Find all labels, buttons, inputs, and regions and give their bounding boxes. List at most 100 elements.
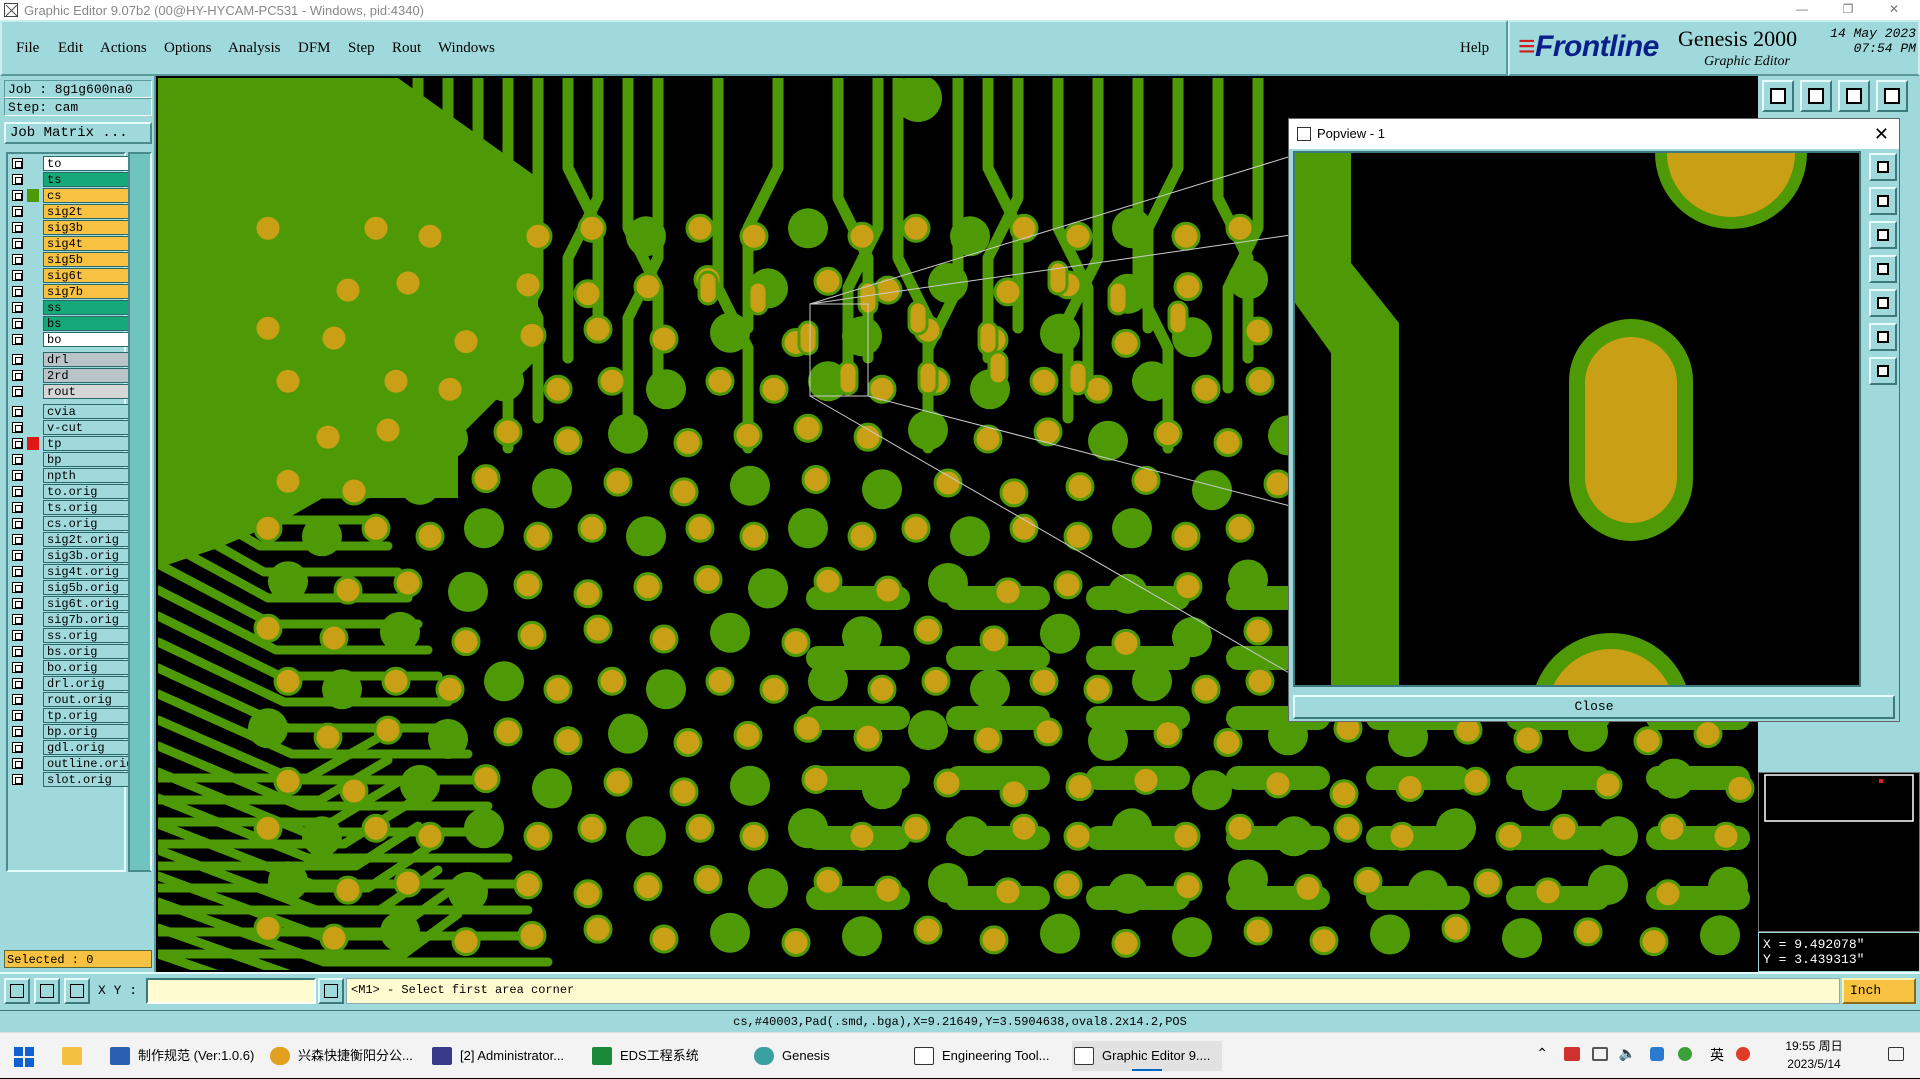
unit-selector[interactable]: Inch: [1842, 978, 1916, 1004]
layer-checkbox[interactable]: [12, 582, 23, 593]
layer-row-sig6t-orig[interactable]: sig6t.orig: [8, 596, 131, 611]
taskbar-item[interactable]: 制作规范 (Ver:1.0.6): [108, 1041, 258, 1071]
job-matrix-button[interactable]: Job Matrix ...: [4, 122, 152, 144]
layer-checkbox[interactable]: [12, 438, 23, 449]
layer-name[interactable]: cvia: [43, 404, 131, 419]
layer-name[interactable]: sig4t: [43, 236, 131, 251]
popview-canvas[interactable]: [1293, 151, 1861, 687]
layer-row-bs-orig[interactable]: bs.orig: [8, 644, 131, 659]
snap-button[interactable]: [4, 978, 30, 1004]
layer-checkbox[interactable]: [12, 158, 23, 169]
popview-close-button[interactable]: Close: [1293, 695, 1895, 719]
layer-checkbox[interactable]: [12, 774, 23, 785]
layer-checkbox[interactable]: [12, 742, 23, 753]
layer-name[interactable]: ss: [43, 300, 131, 315]
layer-row-ts[interactable]: ts: [8, 172, 131, 187]
minimap-viewport[interactable]: [1764, 774, 1914, 822]
layer-row-to-orig[interactable]: to.orig: [8, 484, 131, 499]
popview-tool-button[interactable]: [1869, 255, 1897, 283]
layer-checkbox[interactable]: [12, 386, 23, 397]
tray-app-icon[interactable]: [1564, 1047, 1580, 1061]
layer-row-ss[interactable]: ss: [8, 300, 131, 315]
layer-checkbox[interactable]: [12, 174, 23, 185]
layer-checkbox[interactable]: [12, 334, 23, 345]
layer-row-to[interactable]: to: [8, 156, 131, 171]
layer-row-drl-orig[interactable]: drl.orig: [8, 676, 131, 691]
layer-row-npth[interactable]: npth: [8, 468, 131, 483]
layer-name[interactable]: rout.orig: [43, 692, 131, 707]
layer-name[interactable]: sig5b: [43, 252, 131, 267]
taskbar-item[interactable]: [2] Administrator...: [430, 1041, 580, 1071]
layer-checkbox[interactable]: [12, 566, 23, 577]
layer-row-bo-orig[interactable]: bo.orig: [8, 660, 131, 675]
layer-name[interactable]: cs: [43, 188, 131, 203]
layer-name[interactable]: sig6t: [43, 268, 131, 283]
layer-name[interactable]: sig7b: [43, 284, 131, 299]
layer-row-sig3b-orig[interactable]: sig3b.orig: [8, 548, 131, 563]
layer-row-tp[interactable]: tp: [8, 436, 131, 451]
layer-name[interactable]: sig4t.orig: [43, 564, 131, 579]
layer-checkbox[interactable]: [12, 678, 23, 689]
layer-name[interactable]: sig3b.orig: [43, 548, 131, 563]
menu-step[interactable]: Step: [348, 40, 375, 57]
menu-windows[interactable]: Windows: [438, 40, 495, 57]
popview-tool-button[interactable]: [1869, 323, 1897, 351]
tray-app-icon[interactable]: [1678, 1047, 1692, 1061]
popview-title-bar[interactable]: Popview - 1 ✕: [1289, 119, 1899, 149]
minimize-icon[interactable]: —: [1782, 0, 1822, 20]
home-view-button[interactable]: [1838, 80, 1870, 112]
layer-checkbox[interactable]: [12, 422, 23, 433]
popview-tool-button[interactable]: [1869, 187, 1897, 215]
layer-row-sig2t-orig[interactable]: sig2t.orig: [8, 532, 131, 547]
layer-checkbox[interactable]: [12, 598, 23, 609]
layer-row-v-cut[interactable]: v-cut: [8, 420, 131, 435]
layer-checkbox[interactable]: [12, 470, 23, 481]
layer-row-sig6t[interactable]: sig6t: [8, 268, 131, 283]
menu-options[interactable]: Options: [164, 40, 212, 57]
layer-row-tp-orig[interactable]: tp.orig: [8, 708, 131, 723]
split-view-button[interactable]: [1876, 80, 1908, 112]
layer-row-gdl-orig[interactable]: gdl.orig: [8, 740, 131, 755]
layer-name[interactable]: bp: [43, 452, 131, 467]
layer-checkbox[interactable]: [12, 534, 23, 545]
layer-name[interactable]: sig5b.orig: [43, 580, 131, 595]
layer-row-2rd[interactable]: 2rd: [8, 368, 131, 383]
layer-name[interactable]: bo.orig: [43, 660, 131, 675]
menu-help[interactable]: Help: [1460, 40, 1489, 57]
file-explorer-icon[interactable]: [60, 1041, 94, 1071]
layer-checkbox[interactable]: [12, 550, 23, 561]
layer-row-sig7b[interactable]: sig7b: [8, 284, 131, 299]
layer-row-sig7b-orig[interactable]: sig7b.orig: [8, 612, 131, 627]
taskbar-item-active[interactable]: Graphic Editor 9....: [1072, 1041, 1222, 1071]
layer-row-bp-orig[interactable]: bp.orig: [8, 724, 131, 739]
layer-name[interactable]: ts.orig: [43, 500, 131, 515]
layer-row-rout[interactable]: rout: [8, 384, 131, 399]
menu-analysis[interactable]: Analysis: [228, 40, 281, 57]
layer-name[interactable]: npth: [43, 468, 131, 483]
volume-icon[interactable]: 🔈: [1619, 1045, 1636, 1062]
layer-checkbox[interactable]: [12, 726, 23, 737]
layer-row-drl[interactable]: drl: [8, 352, 131, 367]
xy-input[interactable]: [146, 978, 316, 1004]
layer-name[interactable]: sig2t: [43, 204, 131, 219]
save-view-button[interactable]: [1762, 80, 1794, 112]
layer-name[interactable]: cs.orig: [43, 516, 131, 531]
taskbar-item[interactable]: 兴森快捷衡阳分公...: [268, 1041, 418, 1071]
layer-checkbox[interactable]: [12, 286, 23, 297]
notification-icon[interactable]: [1888, 1047, 1904, 1061]
layer-name[interactable]: tp.orig: [43, 708, 131, 723]
layer-name[interactable]: outline.orig: [43, 756, 133, 771]
sogou-ime-icon[interactable]: [1736, 1047, 1750, 1061]
ime-language[interactable]: 英: [1710, 1045, 1724, 1065]
layer-checkbox[interactable]: [12, 502, 23, 513]
menu-file[interactable]: File: [16, 40, 39, 57]
layer-name[interactable]: gdl.orig: [43, 740, 131, 755]
load-view-button[interactable]: [1800, 80, 1832, 112]
overview-minimap[interactable]: [1758, 772, 1920, 932]
layer-checkbox[interactable]: [12, 270, 23, 281]
layer-checkbox[interactable]: [12, 190, 23, 201]
layer-row-cvia[interactable]: cvia: [8, 404, 131, 419]
windows-start-icon[interactable]: [14, 1047, 34, 1067]
layer-checkbox[interactable]: [12, 206, 23, 217]
layer-checkbox[interactable]: [12, 318, 23, 329]
